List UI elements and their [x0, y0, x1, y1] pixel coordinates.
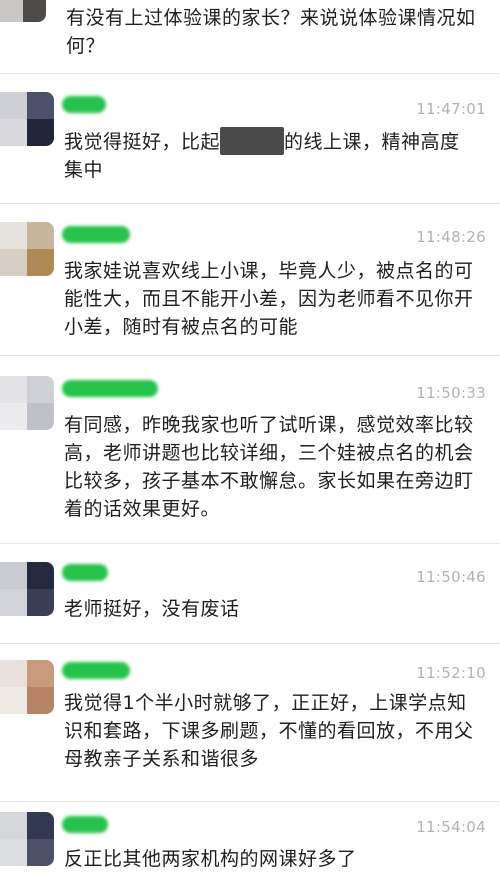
comment-item-3: 11:50:33 有同感，昨晚我家也听了试听课，感觉效率比较高，老师讲题也比较详… [0, 358, 500, 544]
comment-text: 我觉得挺好，比起 的线上课，精神高度集中 [64, 127, 476, 184]
blurred-username [62, 226, 130, 243]
pixelated-avatar-icon[interactable] [0, 376, 54, 430]
comment-item-0: 有没有上过体验课的家长？来说说体验课情况如何？ [0, 0, 500, 74]
timestamp: 11:52:10 [416, 664, 486, 682]
timestamp: 11:54:04 [416, 818, 486, 836]
comment-item-5: 11:52:10 我觉得1个半小时就够了，正正好，上课学点知识和套路，下课多刷题… [0, 646, 500, 802]
comment-text: 老师挺好，没有废话 [64, 598, 240, 620]
pixelated-avatar-icon[interactable] [0, 222, 54, 276]
pixelated-avatar-icon[interactable] [0, 92, 54, 146]
redacted-block [220, 127, 285, 155]
timestamp: 11:50:46 [416, 568, 486, 586]
pixelated-avatar-icon[interactable] [0, 812, 54, 866]
comment-text: 我觉得1个半小时就够了，正正好，上课学点知识和套路，下课多刷题，不懂的看回放，不… [64, 692, 474, 770]
blurred-username [62, 96, 106, 113]
comment-text: 我家娃说喜欢线上小课，毕竟人少，被点名的可能性大，而且不能开小差，因为老师看不见… [64, 260, 474, 338]
comment-text: 有同感，昨晚我家也听了试听课，感觉效率比较高，老师讲题也比较详细，三个娃被点名的… [64, 414, 474, 520]
blurred-username [62, 816, 108, 833]
blurred-username [62, 564, 108, 581]
pixelated-avatar-icon[interactable] [0, 660, 54, 714]
comment-text: 有没有上过体验课的家长？来说说体验课情况如何？ [66, 7, 476, 57]
blurred-username [62, 380, 158, 397]
comment-item-2: 11:48:26 我家娃说喜欢线上小课，毕竟人少，被点名的可能性大，而且不能开小… [0, 204, 500, 356]
pixelated-avatar-icon[interactable] [0, 562, 54, 616]
timestamp: 11:48:26 [416, 228, 486, 246]
comment-item-6: 11:54:04 反正比其他两家机构的网课好多了 [0, 804, 500, 886]
blurred-username [62, 662, 130, 679]
comment-text-before: 我觉得挺好，比起 [64, 131, 221, 153]
comment-item-4: 11:50:46 老师挺好，没有废话 [0, 546, 500, 644]
comment-text: 反正比其他两家机构的网课好多了 [64, 848, 357, 870]
timestamp: 11:50:33 [416, 384, 486, 402]
pixelated-avatar-icon[interactable] [0, 0, 46, 22]
comment-item-1: 11:47:01 我觉得挺好，比起 的线上课，精神高度集中 [0, 76, 500, 204]
timestamp: 11:47:01 [416, 100, 486, 118]
